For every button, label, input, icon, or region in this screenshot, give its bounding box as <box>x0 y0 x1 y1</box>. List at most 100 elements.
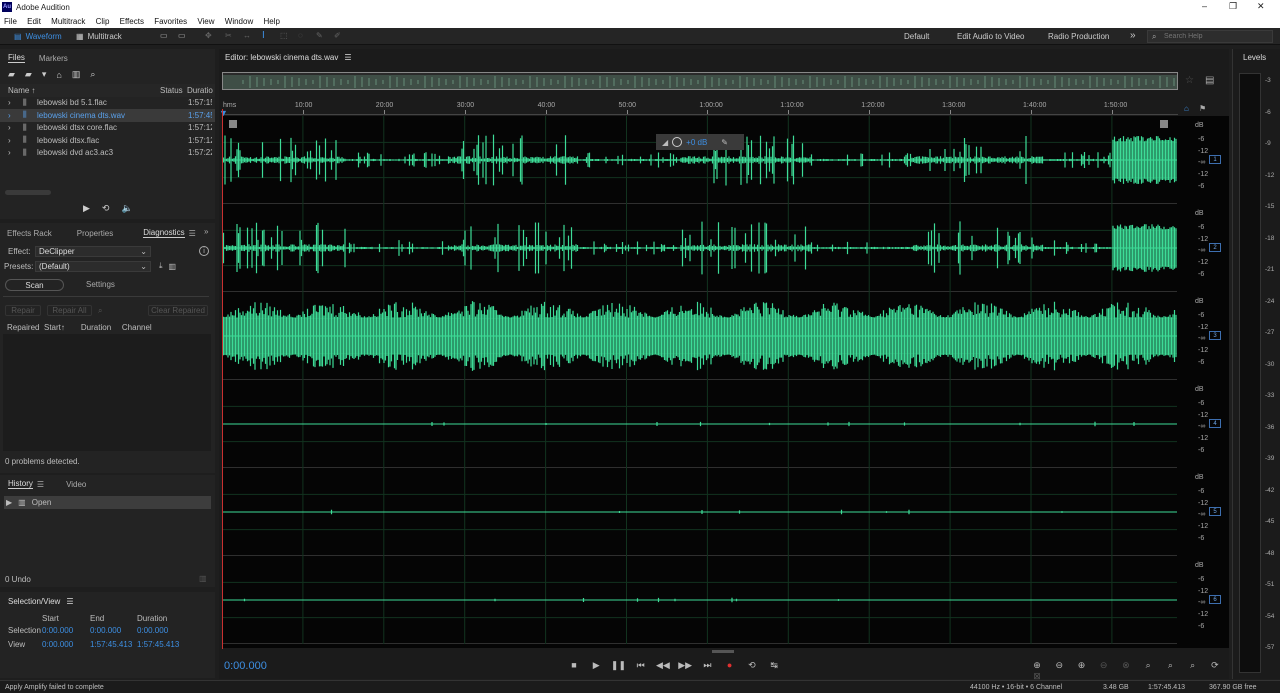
time-ruler[interactable]: hms 10:00 20:00 30:00 40:00 50:00 1:00:00 1:10:… <box>222 101 1178 115</box>
panel-menu-icon[interactable]: ☰ <box>344 53 351 62</box>
zoom-reset-icon[interactable]: ⟳ <box>1205 660 1225 671</box>
hud-gain[interactable]: ◢ +0 dB ✎ <box>656 134 744 150</box>
search-help-field[interactable]: ⌕ <box>1147 30 1273 43</box>
tab-video[interactable]: Video <box>66 480 86 489</box>
file-item[interactable]: ›⫼ lebowski dvd ac3.ac3 1:57:22 <box>0 147 215 160</box>
expand-chevron-icon[interactable]: › <box>8 111 23 120</box>
razor-tool-icon[interactable]: ✂ <box>225 31 232 40</box>
zoom-out-full-icon[interactable]: ⊖ <box>1094 660 1114 671</box>
zoom-corner-top-right-icon[interactable] <box>1160 120 1168 128</box>
zoom-in-point-icon[interactable]: ⌕ <box>1138 660 1158 671</box>
menu-help[interactable]: Help <box>263 17 279 26</box>
channel-number-badge[interactable]: 4 <box>1209 419 1221 428</box>
horizontal-scrollbar[interactable] <box>712 650 734 653</box>
menu-view[interactable]: View <box>197 17 214 26</box>
play-icon[interactable]: ▶ <box>586 660 606 671</box>
view-start[interactable]: 0:00.000 <box>42 640 73 649</box>
preview-play-icon[interactable]: ▶ <box>83 203 90 214</box>
expand-chevron-icon[interactable]: › <box>8 148 23 157</box>
channel-number-badge[interactable]: 2 <box>1209 243 1221 252</box>
column-repaired[interactable]: Repaired <box>7 323 44 332</box>
preview-loop-icon[interactable]: ⟲ <box>102 203 110 214</box>
panel-menu-icon[interactable]: ☰ <box>37 480 44 489</box>
history-item-open[interactable]: ▶ ▥ Open <box>4 496 211 509</box>
panel-menu-icon[interactable]: ☰ <box>66 597 73 606</box>
preview-autoplay-icon[interactable]: 🔈 <box>121 203 132 214</box>
spectral-display-icon[interactable]: ▭ <box>160 31 168 40</box>
column-name[interactable]: Name <box>8 86 29 95</box>
time-selection-tool-icon[interactable]: I <box>262 30 265 41</box>
selection-duration[interactable]: 0:00.000 <box>137 626 168 635</box>
marquee-tool-icon[interactable]: ⬚ <box>280 31 288 40</box>
workspace-edit-audio-to-video[interactable]: Edit Audio to Video <box>957 32 1024 41</box>
go-to-start-icon[interactable]: ⏮ <box>631 660 651 671</box>
presets-dropdown[interactable]: (Default) ⌄ <box>35 260 151 272</box>
pause-icon[interactable]: ❚❚ <box>608 660 628 671</box>
gain-value[interactable]: +0 dB <box>686 138 707 147</box>
panel-menu-icon[interactable]: ☰ <box>189 229 196 238</box>
channel-number-badge[interactable]: 5 <box>1209 507 1221 516</box>
delete-preset-icon[interactable]: ▥ <box>169 262 177 271</box>
snap-icon[interactable]: ⌂ <box>1184 104 1189 113</box>
menu-file[interactable]: File <box>4 17 17 26</box>
repair-all-button[interactable]: Repair All <box>47 305 92 316</box>
column-duration[interactable]: Duration <box>81 323 122 332</box>
lasso-tool-icon[interactable]: ◌ <box>298 31 303 40</box>
zoom-to-problem-icon[interactable]: ⌕ <box>98 306 102 316</box>
zoom-selection-icon[interactable]: ⊗ <box>1116 660 1136 671</box>
column-channel[interactable]: Channel <box>122 323 152 332</box>
file-item[interactable]: ›⫼ lebowski cinema dts.wav 1:57:45 <box>0 109 215 122</box>
current-time[interactable]: 0:00.000 <box>224 660 267 672</box>
column-start[interactable]: Start <box>44 323 61 332</box>
playhead-line[interactable] <box>222 109 223 649</box>
file-item[interactable]: ›⫼ lebowski bd 5.1.flac 1:57:15 <box>0 97 215 110</box>
view-end[interactable]: 1:57:45.413 <box>90 640 132 649</box>
selection-end[interactable]: 0:00.000 <box>90 626 121 635</box>
skip-selection-icon[interactable]: ↹ <box>764 660 784 671</box>
maximize-button[interactable]: ❐ <box>1229 1 1237 12</box>
more-workspaces-icon[interactable]: » <box>1130 30 1136 41</box>
multitrack-view-button[interactable]: ▦ Multitrack <box>70 28 128 45</box>
go-to-end-icon[interactable]: ⏭ <box>697 660 717 671</box>
waveform-area[interactable]: dB -6 -12 -∞ -12 -6 1 dB -6 -12 -∞ -12 -6 2 dB -6 -12 -∞ -… <box>221 116 1229 648</box>
search-help-input[interactable] <box>1164 32 1269 41</box>
batch-process-icon[interactable]: ⌂ <box>56 70 61 80</box>
tab-history[interactable]: History <box>8 479 33 489</box>
spot-healing-tool-icon[interactable]: ✐ <box>334 31 341 40</box>
zoom-out-point-icon[interactable]: ⌕ <box>1160 660 1180 671</box>
channel-track[interactable] <box>221 204 1177 292</box>
workspace-default[interactable]: Default <box>904 32 929 41</box>
menu-edit[interactable]: Edit <box>27 17 41 26</box>
effect-dropdown[interactable]: DeClipper ⌄ <box>35 245 151 257</box>
clear-repaired-button[interactable]: Clear Repaired <box>148 305 208 316</box>
overview-navigator[interactable] <box>222 72 1178 90</box>
gain-knob-icon[interactable] <box>672 137 683 147</box>
waveform-view-button[interactable]: ▤ Waveform <box>8 28 68 45</box>
menu-favorites[interactable]: Favorites <box>154 17 187 26</box>
fast-forward-icon[interactable]: ▶▶ <box>675 660 695 671</box>
selection-start[interactable]: 0:00.000 <box>42 626 73 635</box>
zoom-in-amplitude-icon[interactable]: ⊕ <box>1027 660 1047 671</box>
channel-number-badge[interactable]: 6 <box>1209 595 1221 604</box>
info-icon[interactable]: i <box>199 246 209 257</box>
channel-track[interactable] <box>221 468 1177 556</box>
import-file-icon[interactable]: ▰ <box>25 69 32 80</box>
zoom-corner-top-left-icon[interactable] <box>229 120 237 128</box>
record-icon[interactable]: ● <box>720 660 740 670</box>
file-item[interactable]: ›⫼ lebowski dtsx core.flac 1:57:12 <box>0 122 215 135</box>
menu-window[interactable]: Window <box>225 17 253 26</box>
channel-number-badge[interactable]: 3 <box>1209 331 1221 340</box>
repair-button[interactable]: Repair <box>5 305 41 316</box>
expand-panel-icon[interactable]: » <box>204 227 208 236</box>
save-preset-icon[interactable]: ⤓ <box>159 261 163 271</box>
tab-diagnostics[interactable]: Diagnostics <box>143 228 185 238</box>
filter-search-icon[interactable]: ⌕ <box>90 69 95 80</box>
move-tool-icon[interactable]: ✥ <box>205 31 212 40</box>
channel-number-badge[interactable]: 1 <box>1209 155 1221 164</box>
pin-icon[interactable]: ✎ <box>721 138 728 147</box>
open-file-icon[interactable]: ▰ <box>8 69 15 80</box>
view-duration[interactable]: 1:57:45.413 <box>137 640 179 649</box>
delete-file-icon[interactable]: ▥ <box>72 69 81 80</box>
zoom-full-icon[interactable]: ⌕ <box>1183 660 1203 671</box>
pitch-display-icon[interactable]: ▭ <box>178 31 186 40</box>
